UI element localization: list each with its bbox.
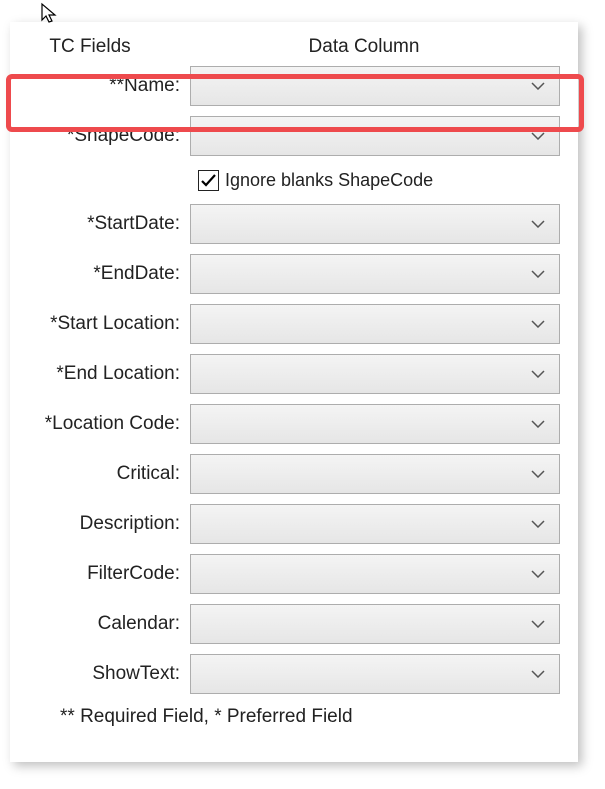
chevron-down-icon xyxy=(531,420,545,428)
checkbox-ignore-blanks[interactable] xyxy=(198,170,219,191)
row-calendar: Calendar: xyxy=(10,602,578,646)
row-critical: Critical: xyxy=(10,452,578,496)
label-showtext: ShowText: xyxy=(10,663,190,685)
label-startdate: *StartDate: xyxy=(10,213,190,235)
label-shapecode: *ShapeCode: xyxy=(10,125,190,147)
dropdown-locationcode[interactable] xyxy=(190,404,560,444)
row-locationcode: *Location Code: xyxy=(10,402,578,446)
dropdown-startlocation[interactable] xyxy=(190,304,560,344)
label-locationcode: *Location Code: xyxy=(10,413,190,435)
row-filtercode: FilterCode: xyxy=(10,552,578,596)
legend-text: ** Required Field, * Preferred Field xyxy=(60,706,578,728)
dropdown-showtext[interactable] xyxy=(190,654,560,694)
chevron-down-icon xyxy=(531,370,545,378)
row-description: Description: xyxy=(10,502,578,546)
label-critical: Critical: xyxy=(10,463,190,485)
label-calendar: Calendar: xyxy=(10,613,190,635)
chevron-down-icon xyxy=(531,220,545,228)
header-data-column: Data Column xyxy=(190,36,578,58)
row-endlocation: *End Location: xyxy=(10,352,578,396)
dropdown-startdate[interactable] xyxy=(190,204,560,244)
label-filtercode: FilterCode: xyxy=(10,563,190,585)
row-showtext: ShowText: xyxy=(10,652,578,696)
label-description: Description: xyxy=(10,513,190,535)
label-enddate: *EndDate: xyxy=(10,263,190,285)
row-shapecode: *ShapeCode: xyxy=(10,114,578,158)
row-enddate: *EndDate: xyxy=(10,252,578,296)
field-mapping-panel: TC Fields Data Column **Name: *ShapeCode… xyxy=(10,22,578,762)
chevron-down-icon xyxy=(531,320,545,328)
label-endlocation: *End Location: xyxy=(10,363,190,385)
chevron-down-icon xyxy=(531,520,545,528)
row-startdate: *StartDate: xyxy=(10,202,578,246)
chevron-down-icon xyxy=(531,270,545,278)
checkbox-label: Ignore blanks ShapeCode xyxy=(225,170,433,191)
row-name: **Name: xyxy=(10,64,578,108)
dropdown-enddate[interactable] xyxy=(190,254,560,294)
chevron-down-icon xyxy=(531,132,545,140)
header-row: TC Fields Data Column xyxy=(10,36,578,58)
dropdown-name[interactable] xyxy=(190,66,560,106)
chevron-down-icon xyxy=(531,670,545,678)
dropdown-description[interactable] xyxy=(190,504,560,544)
label-startlocation: *Start Location: xyxy=(10,313,190,335)
chevron-down-icon xyxy=(531,470,545,478)
mouse-cursor xyxy=(40,2,60,31)
dropdown-calendar[interactable] xyxy=(190,604,560,644)
chevron-down-icon xyxy=(531,570,545,578)
checkmark-icon xyxy=(200,172,217,189)
chevron-down-icon xyxy=(531,82,545,90)
dropdown-filtercode[interactable] xyxy=(190,554,560,594)
dropdown-critical[interactable] xyxy=(190,454,560,494)
header-tc-fields: TC Fields xyxy=(10,36,190,58)
checkbox-row-ignore-blanks: Ignore blanks ShapeCode xyxy=(198,164,578,196)
chevron-down-icon xyxy=(531,620,545,628)
row-startlocation: *Start Location: xyxy=(10,302,578,346)
label-name: **Name: xyxy=(10,75,190,97)
dropdown-shapecode[interactable] xyxy=(190,116,560,156)
dropdown-endlocation[interactable] xyxy=(190,354,560,394)
